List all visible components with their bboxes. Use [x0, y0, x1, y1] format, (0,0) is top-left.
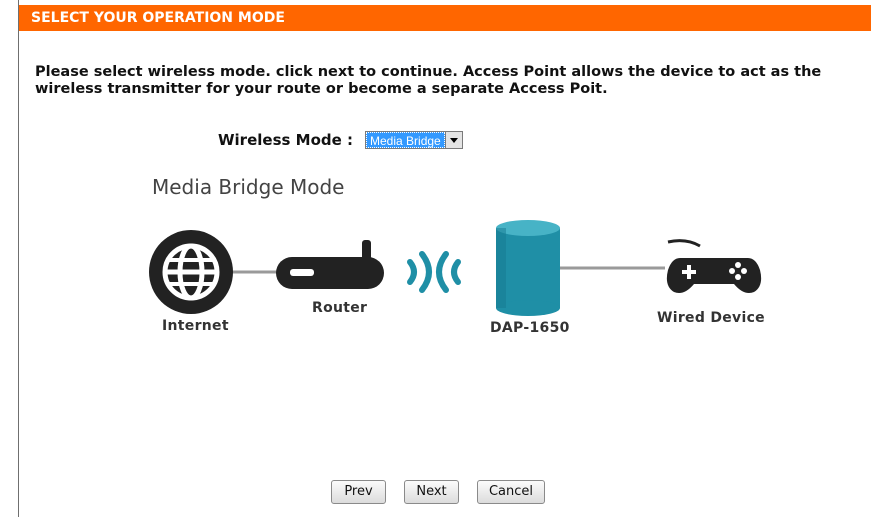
internet-label: Internet [162, 318, 229, 334]
next-button[interactable]: Next [404, 480, 459, 504]
dap-1650-label: DAP-1650 [490, 320, 570, 336]
wired-device-label: Wired Device [657, 310, 765, 326]
router-label: Router [312, 300, 368, 316]
gamepad-icon [666, 239, 762, 293]
globe-icon [149, 230, 233, 314]
cancel-button[interactable]: Cancel [477, 480, 545, 504]
wifi-signal-icon [407, 251, 461, 293]
mode-diagram [149, 220, 762, 316]
router-icon [276, 240, 384, 289]
prev-button[interactable]: Prev [331, 480, 386, 504]
access-point-icon [496, 220, 560, 316]
